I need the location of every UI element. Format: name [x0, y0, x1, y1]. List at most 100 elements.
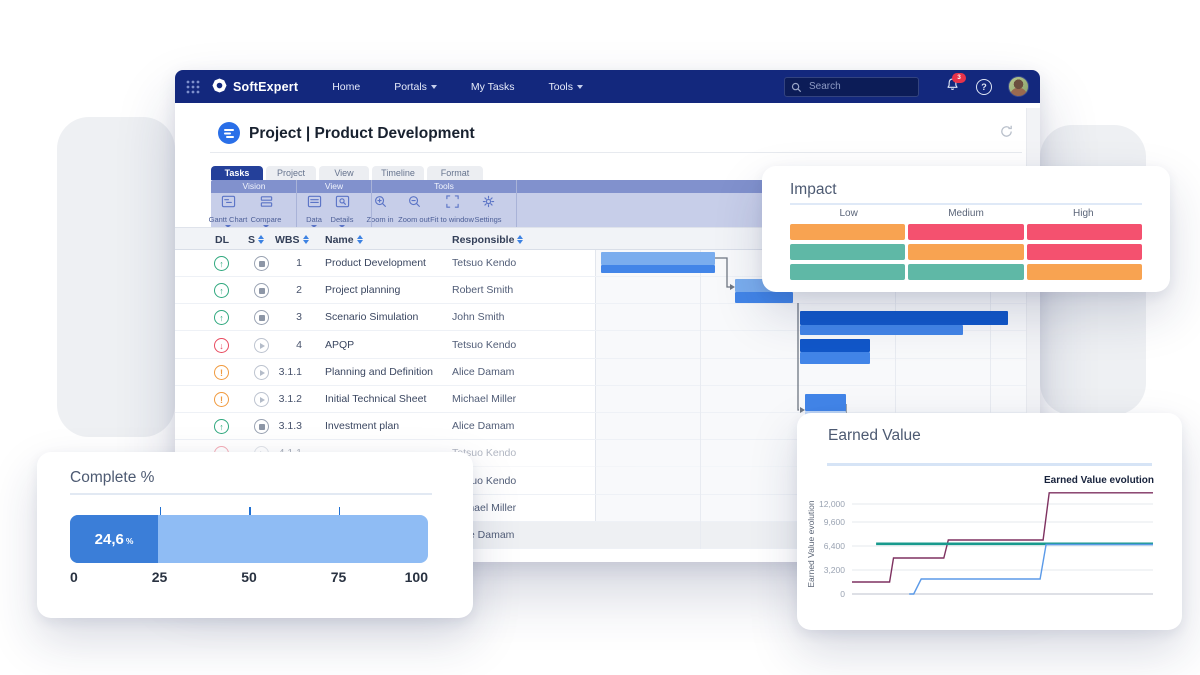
task-status-icon [254, 256, 269, 271]
complete-tick-label: 25 [152, 569, 168, 585]
search-input[interactable] [784, 77, 919, 97]
nav-item-my-tasks[interactable]: My Tasks [471, 81, 515, 93]
status-glyph [259, 288, 265, 294]
complete-tick-label: 50 [241, 569, 257, 585]
gantt-chart-icon [221, 194, 236, 214]
status-glyph [260, 343, 265, 349]
status-glyph [259, 261, 265, 267]
deadline-status-icon [214, 365, 229, 380]
page-title: Project | Product Development [249, 125, 475, 143]
wbs-cell: 4 [270, 332, 302, 358]
complete-tick-label: 0 [70, 569, 78, 585]
search-box [784, 76, 919, 97]
title-divider [210, 152, 1022, 153]
app-grid-icon[interactable] [186, 80, 200, 94]
column-header-s[interactable]: S [248, 228, 264, 251]
zoom-in-icon [373, 194, 388, 214]
brand-logo[interactable]: SoftExpert [212, 78, 298, 96]
help-icon[interactable]: ? [976, 79, 992, 95]
responsible-cell: Michael Miller [452, 386, 516, 412]
name-cell: Project planning [325, 277, 400, 303]
brand-name: SoftExpert [233, 80, 298, 94]
ribbon-group-divider [516, 180, 517, 227]
tab-format[interactable]: Format [427, 166, 483, 180]
impact-card: Impact LowMediumHigh [762, 166, 1170, 292]
notification-badge: 3 [952, 73, 966, 83]
wbs-cell: 3.1.1 [270, 359, 302, 385]
complete-title-underline [70, 493, 432, 495]
impact-column-label-medium: Medium [907, 208, 1024, 219]
impact-cell [908, 224, 1023, 240]
column-header-label: Name [325, 234, 354, 246]
impact-cell [908, 244, 1023, 260]
ribbon-group-divider [371, 180, 372, 227]
tab-project[interactable]: Project [266, 166, 316, 180]
ribbon-button-settings[interactable]: Settings [464, 194, 512, 226]
tab-timeline[interactable]: Timeline [372, 166, 424, 180]
deadline-status-icon [214, 310, 229, 325]
status-glyph [260, 397, 265, 403]
search-icon [791, 80, 802, 98]
softexpert-logo-icon [212, 78, 227, 96]
user-avatar[interactable] [1008, 76, 1029, 97]
task-status-icon [254, 310, 269, 325]
project-icon [218, 122, 240, 144]
chevron-down-icon [431, 85, 437, 89]
responsible-cell: John Smith [452, 304, 505, 330]
column-header-name[interactable]: Name [325, 228, 363, 251]
deadline-status-icon [214, 419, 229, 434]
column-header-label: S [248, 234, 255, 246]
table-row[interactable]: 3Scenario SimulationJohn Smith [175, 304, 1026, 331]
impact-column-label-high: High [1025, 208, 1142, 219]
earned-value-card: Earned Value Earned Value evolution Earn… [797, 413, 1182, 630]
nav-item-home[interactable]: Home [332, 81, 360, 93]
ribbon-group-tools: Tools [404, 180, 484, 193]
complete-progress-fill: 24,6 % [70, 515, 158, 563]
name-cell: Scenario Simulation [325, 304, 418, 330]
wbs-cell: 3.1.3 [270, 413, 302, 439]
sort-icon [303, 235, 309, 244]
refresh-icon[interactable] [999, 124, 1014, 144]
ribbon-button-compare[interactable]: Compare [242, 194, 290, 226]
ribbon-button-label: Zoom out [398, 215, 430, 224]
column-header-wbs[interactable]: WBS [275, 228, 309, 251]
compare-icon [259, 194, 274, 214]
impact-column-label-low: Low [790, 208, 907, 219]
impact-card-title: Impact [790, 181, 837, 199]
responsible-cell: Tetsuo Kendo [452, 250, 516, 276]
task-status-icon [254, 365, 269, 380]
column-header-responsible[interactable]: Responsible [452, 228, 523, 251]
chevron-down-icon [577, 85, 583, 89]
ribbon-group-vision: Vision [214, 180, 294, 193]
table-row[interactable]: 4APQPTetsuo Kendo [175, 332, 1026, 359]
complete-tick-label: 100 [405, 569, 428, 585]
task-status-icon [254, 419, 269, 434]
wbs-cell: 3.1.2 [270, 386, 302, 412]
ribbon-button-label: Compare [251, 215, 282, 224]
impact-cell [790, 224, 905, 240]
impact-cell [790, 264, 905, 280]
column-header-label: WBS [275, 234, 300, 246]
nav-item-tools[interactable]: Tools [548, 81, 583, 93]
wbs-cell: 2 [270, 277, 302, 303]
complete-value: 24,6 [95, 531, 124, 548]
impact-cell [1027, 244, 1142, 260]
tab-view[interactable]: View [319, 166, 369, 180]
zoom-out-icon [407, 194, 422, 214]
name-cell: APQP [325, 332, 354, 358]
responsible-cell: Alice Damam [452, 413, 514, 439]
wbs-cell: 1 [270, 250, 302, 276]
impact-cell [1027, 224, 1142, 240]
tab-tasks[interactable]: Tasks [211, 166, 263, 180]
deadline-status-icon [214, 392, 229, 407]
series-earned-value-evolution [852, 493, 1153, 582]
earned-value-chart [797, 413, 1182, 630]
table-row[interactable]: 3.1.1Planning and DefinitionAlice Damam [175, 359, 1026, 386]
notifications-button[interactable]: 3 [945, 77, 960, 97]
responsible-cell: Alice Damam [452, 359, 514, 385]
nav-item-portals[interactable]: Portals [394, 81, 437, 93]
column-header-dl[interactable]: DL [215, 228, 229, 251]
table-row[interactable]: 3.1.2Initial Technical SheetMichael Mill… [175, 386, 1026, 413]
impact-cell [1027, 264, 1142, 280]
impact-title-underline [790, 203, 1142, 205]
